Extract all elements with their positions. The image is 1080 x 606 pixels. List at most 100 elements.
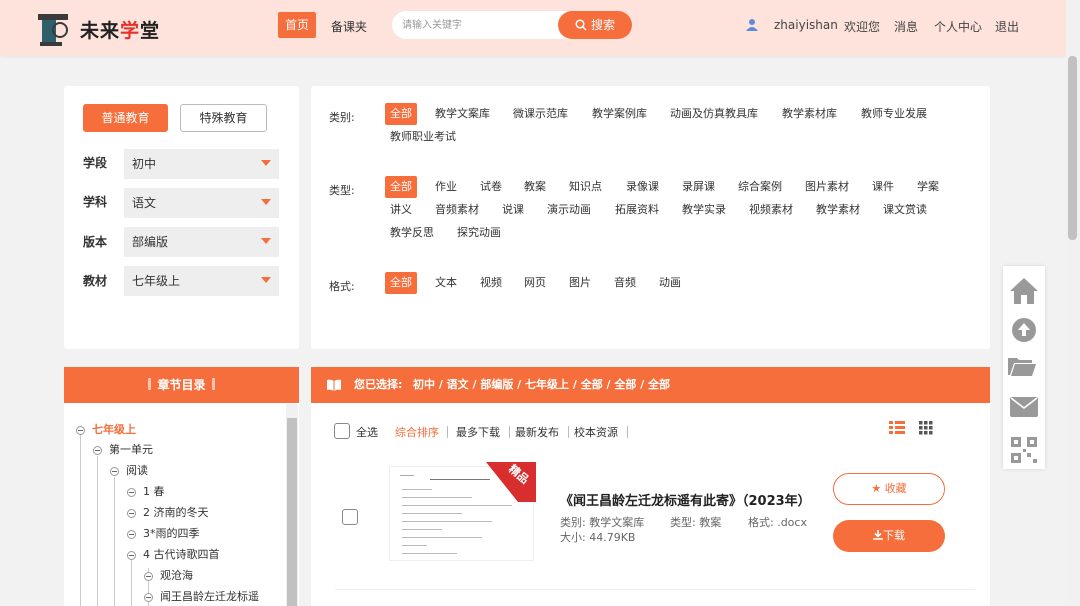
category-tag[interactable]: 全部 (385, 103, 417, 125)
tree-node-lesson[interactable]: 3*雨的四季 (143, 526, 200, 542)
type-tag[interactable]: 拓展资料 (615, 199, 659, 221)
textbook-select[interactable]: 七年级上 (124, 266, 279, 296)
type-tag[interactable]: 全部 (385, 176, 417, 198)
type-tag[interactable]: 说课 (502, 199, 524, 221)
tree-toggle[interactable] (144, 593, 153, 602)
format-tag[interactable]: 网页 (524, 272, 546, 294)
result-title[interactable]: 《闻王昌龄左迁龙标遥有此寄》（2023年） (560, 490, 811, 509)
stage-select[interactable]: 初中 (124, 149, 279, 179)
tree-toggle[interactable] (127, 509, 136, 518)
type-tag[interactable]: 录屏课 (682, 176, 715, 198)
personal-center-link[interactable]: 个人中心 (934, 18, 982, 35)
download-button[interactable]: 下载 (833, 520, 945, 552)
tree-node-poem[interactable]: 观沧海 (160, 568, 193, 584)
type-tag[interactable]: 教学素材 (816, 199, 860, 221)
sort-latest[interactable]: 最新发布 (515, 424, 559, 440)
tree-node-section[interactable]: 阅读 (126, 463, 148, 479)
doc-line (402, 489, 432, 490)
page-scrollbar-thumb[interactable] (1068, 56, 1077, 240)
tree-node-unit[interactable]: 第一单元 (109, 442, 153, 458)
sort-downloads[interactable]: 最多下载 (456, 424, 500, 440)
qrcode-icon[interactable] (1011, 437, 1037, 463)
messages-link[interactable]: 消息 (894, 18, 918, 35)
type-tag[interactable]: 音频素材 (435, 199, 479, 221)
logout-link[interactable]: 退出 (995, 18, 1019, 35)
type-tag[interactable]: 课件 (872, 176, 894, 198)
edition-select[interactable]: 部编版 (124, 227, 279, 257)
tree-toggle[interactable] (93, 446, 102, 455)
category-tag[interactable]: 教学素材库 (782, 103, 837, 125)
nav-lesson-folder[interactable]: 备课夹 (331, 18, 367, 35)
type-tag[interactable]: 录像课 (626, 176, 659, 198)
nav-home[interactable]: 首页 (278, 12, 316, 38)
tree-toggle[interactable] (127, 488, 136, 497)
subject-select[interactable]: 语文 (124, 188, 279, 218)
tree-toggle[interactable] (127, 530, 136, 539)
edu-general-button[interactable]: 普通教育 (83, 104, 168, 132)
format-tag[interactable]: 全部 (385, 272, 417, 294)
tree-toggle[interactable] (144, 572, 153, 581)
type-tag[interactable]: 图片素材 (805, 176, 849, 198)
search-icon (575, 19, 587, 31)
tree-node-lesson[interactable]: 2 济南的冬天 (143, 505, 209, 521)
category-tag[interactable]: 教学案例库 (592, 103, 647, 125)
welcome-text: 欢迎您 (844, 20, 881, 34)
logo-text: 未来学堂 (80, 20, 161, 42)
type-tag[interactable]: 视频素材 (749, 199, 793, 221)
type-tag[interactable]: 教案 (524, 176, 546, 198)
format-tag[interactable]: 视频 (480, 272, 502, 294)
tree-node-lesson[interactable]: 4 古代诗歌四首 (143, 547, 220, 563)
tree-node-grade[interactable]: 七年级上 (92, 422, 136, 438)
type-tag[interactable]: 试卷 (480, 176, 502, 198)
favorite-button[interactable]: ★ 收藏 (833, 473, 945, 505)
tree-toggle[interactable] (76, 426, 85, 435)
select-all-checkbox[interactable] (334, 423, 350, 439)
select-all-label[interactable]: 全选 (356, 424, 378, 440)
format-tag[interactable]: 文本 (435, 272, 457, 294)
category-tag[interactable]: 教学文案库 (435, 103, 490, 125)
type-tag[interactable]: 综合案例 (738, 176, 782, 198)
format-tag[interactable]: 图片 (569, 272, 591, 294)
tree-line (80, 435, 81, 606)
edu-special-button[interactable]: 特殊教育 (180, 104, 267, 132)
type-tag[interactable]: 知识点 (569, 176, 602, 198)
type-tag[interactable]: 课文赏读 (883, 199, 927, 221)
divider (627, 426, 628, 438)
textbook-value: 七年级上 (132, 274, 181, 288)
format-tag[interactable]: 动画 (659, 272, 681, 294)
home-icon[interactable] (1008, 276, 1040, 306)
type-tag[interactable]: 演示动画 (547, 199, 591, 221)
format-tag[interactable]: 音频 (614, 272, 636, 294)
search-button[interactable]: 搜索 (558, 11, 632, 39)
category-tag[interactable]: 教师职业考试 (390, 126, 456, 148)
sort-composite[interactable]: 综合排序 (395, 424, 439, 440)
tree-node-lesson[interactable]: 1 春 (143, 484, 165, 500)
category-tag[interactable]: 微课示范库 (513, 103, 568, 125)
grid-view-icon[interactable] (919, 421, 933, 435)
search-input[interactable] (402, 17, 552, 33)
site-logo[interactable]: 未来学堂 (36, 10, 166, 48)
sort-school[interactable]: 校本资源 (574, 424, 618, 440)
tree-line (114, 477, 115, 606)
username-link[interactable]: zhaiyishan (774, 18, 838, 32)
type-tag[interactable]: 学案 (917, 176, 939, 198)
result-checkbox[interactable] (342, 509, 358, 525)
type-tag[interactable]: 探究动画 (457, 222, 501, 244)
list-view-icon[interactable] (889, 421, 905, 435)
tree-toggle[interactable] (127, 551, 136, 560)
folder-icon[interactable] (1008, 356, 1036, 376)
type-tag[interactable]: 教学实录 (682, 199, 726, 221)
type-tag[interactable]: 作业 (435, 176, 457, 198)
category-tag[interactable]: 教师专业发展 (861, 103, 927, 125)
category-tag[interactable]: 动画及仿真教具库 (670, 103, 758, 125)
upload-icon[interactable] (1012, 318, 1036, 342)
divider (509, 426, 510, 438)
tree-scrollbar-thumb[interactable] (287, 418, 297, 606)
tree-node-poem[interactable]: 闻王昌龄左迁龙标遥 (160, 589, 259, 605)
type-tag[interactable]: 教学反思 (390, 222, 434, 244)
mail-icon[interactable] (1010, 397, 1038, 417)
type-tag[interactable]: 讲义 (390, 199, 412, 221)
tree-toggle[interactable] (110, 467, 119, 476)
result-format: 格式: .docx (748, 516, 807, 529)
tree-line (97, 456, 98, 606)
